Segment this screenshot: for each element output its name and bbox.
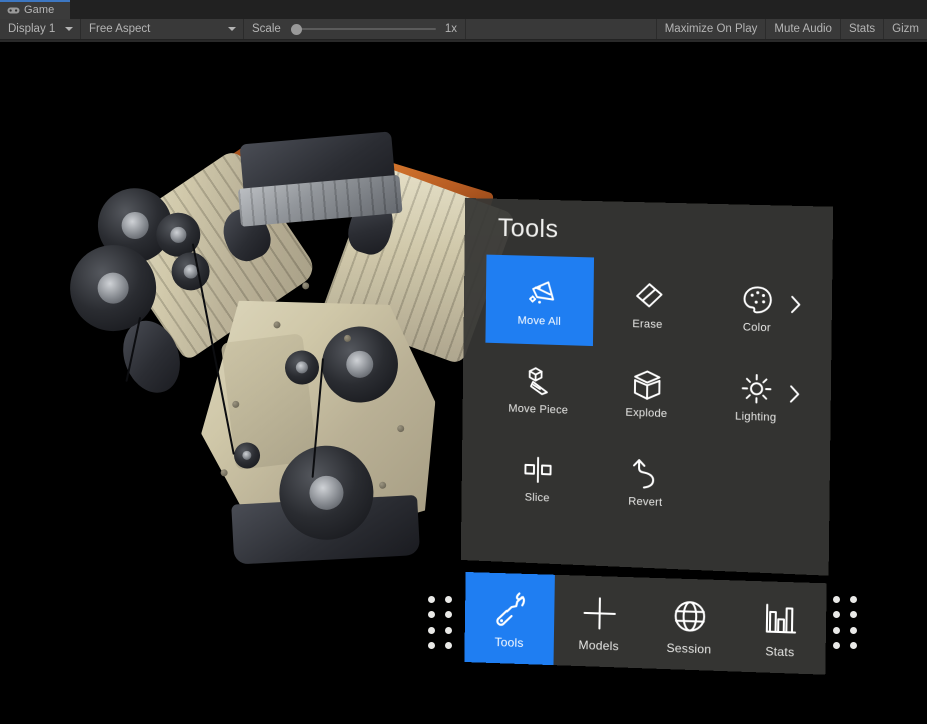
tool-button-move-piece[interactable]: Move Piece [484,343,593,435]
tab-game-label: Game [24,5,54,16]
v6-engine-model[interactable] [71,122,505,556]
nav-label: Session [666,640,711,656]
tools-row: Move Piece Explode [484,343,812,443]
tool-button-lighting[interactable]: Lighting [701,349,812,442]
bar-chart-icon [757,596,803,642]
palette-icon [736,279,778,321]
scale-value: 1x [445,23,457,35]
chevron-down-icon [65,27,73,31]
tool-button-move-all[interactable]: Move All [485,255,594,346]
chevron-right-icon[interactable] [789,294,802,320]
tools-panel-title: Tools [498,214,559,245]
grip-dot [428,596,435,603]
tool-button-revert[interactable]: Revert [591,435,701,528]
grip-dot [850,627,857,634]
gizmos-button[interactable]: Gizm [884,19,927,39]
tool-label: Slice [525,491,550,504]
nav-item-models[interactable]: Models [553,575,644,669]
display-dropdown-value: Display 1 [8,23,55,35]
tools-row: Slice Revert [483,431,811,532]
tool-button-explode[interactable]: Explode [592,346,702,438]
tool-label: Color [743,321,771,334]
grip-dot [445,611,452,618]
eraser-icon [627,276,668,318]
tools-row: Move All Erase [485,255,813,353]
tools-grid: Move All Erase [483,255,814,533]
gamepad-icon [7,6,20,15]
plus-icon [577,590,622,636]
unity-editor-chrome: Game Display 1 Free Aspect Scale 1x Maxi… [0,0,927,42]
globe-icon [667,593,712,639]
tool-button-erase[interactable]: Erase [593,257,703,349]
drag-handle-dots-icon-left[interactable] [428,596,454,652]
sun-icon [735,368,777,410]
chevron-right-icon[interactable] [788,384,801,410]
editor-tab-strip: Game [0,0,927,19]
grip-dot [445,642,452,649]
display-dropdown[interactable]: Display 1 [0,19,81,39]
nav-label: Tools [494,635,523,650]
grip-dot [833,642,840,649]
aspect-ratio-dropdown[interactable]: Free Aspect [81,19,244,39]
nav-item-session[interactable]: Session [643,578,735,672]
tool-button-color[interactable]: Color [702,260,813,353]
scale-slider-track [299,28,436,30]
tab-game[interactable]: Game [0,0,70,19]
grip-dot [850,611,857,618]
tool-label: Erase [632,318,662,331]
grip-dot [428,642,435,649]
explode-cube-icon [626,364,667,406]
toolbar-spacer [466,19,657,39]
grip-dot [833,596,840,603]
nav-item-tools[interactable]: Tools [464,572,555,665]
game-viewport[interactable]: Tools Move All [0,41,927,724]
nav-label: Models [578,637,619,652]
wrench-icon [487,587,532,633]
bottom-nav-bar-wrapper: Tools Models Session [464,572,826,675]
scale-slider-group[interactable]: Scale 1x [244,19,466,39]
nav-item-stats[interactable]: Stats [734,580,827,674]
grip-dot [428,611,435,618]
scale-label: Scale [252,23,281,35]
grip-dot [833,611,840,618]
grip-dot [850,642,857,649]
tool-label: Explode [625,407,667,421]
grip-dot [850,596,857,603]
scale-slider-knob[interactable] [291,24,302,35]
tool-button-slice[interactable]: Slice [483,431,592,523]
grip-dot [445,627,452,634]
slice-icon [517,449,558,491]
tools-panel[interactable]: Tools Move All [461,198,833,576]
chevron-down-icon [228,27,236,31]
grip-dot [833,627,840,634]
tool-label: Revert [628,495,662,508]
undo-arrow-icon [625,453,666,495]
mute-audio-button[interactable]: Mute Audio [766,19,841,39]
grip-dot [428,627,435,634]
drag-handle-dots-icon-right[interactable] [833,596,859,652]
tool-label: Move All [518,315,562,328]
move-all-icon [519,273,560,314]
game-view-toolbar: Display 1 Free Aspect Scale 1x Maximize … [0,19,927,40]
grip-dot [445,596,452,603]
move-piece-icon [518,361,559,402]
aspect-ratio-value: Free Aspect [89,23,150,35]
bottom-nav-bar[interactable]: Tools Models Session [464,572,826,675]
tool-label: Move Piece [508,403,568,417]
maximize-on-play-button[interactable]: Maximize On Play [657,19,767,39]
tool-label: Lighting [735,410,776,424]
scale-slider[interactable] [290,22,436,36]
stats-button[interactable]: Stats [841,19,884,39]
nav-label: Stats [765,644,794,659]
